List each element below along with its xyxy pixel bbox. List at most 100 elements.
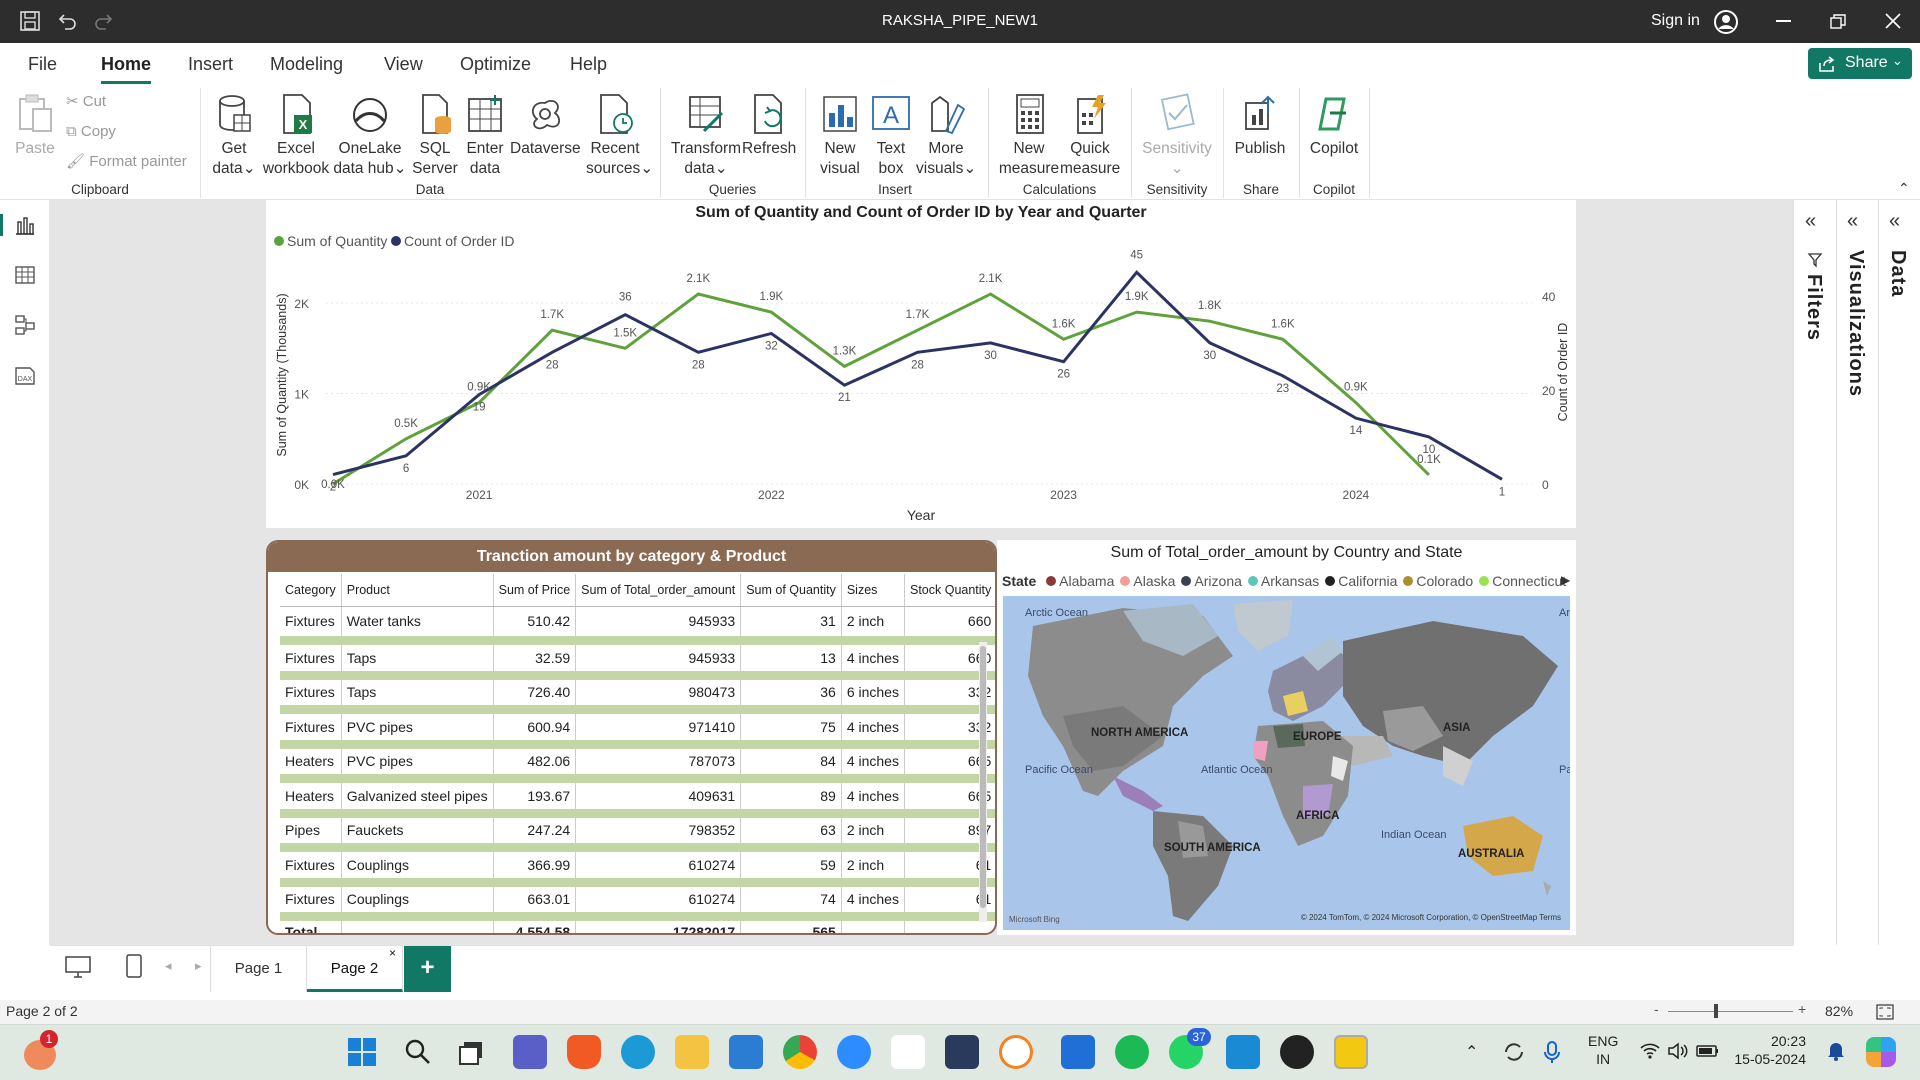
spotify-icon[interactable] xyxy=(1115,1035,1149,1069)
line-chart-visual[interactable]: Sum of Quantity and Count of Order ID by… xyxy=(266,200,1576,528)
visualizations-pane-label[interactable]: Visualizations xyxy=(1844,250,1867,397)
fit-to-page-icon[interactable] xyxy=(1876,1003,1894,1021)
next-page-icon[interactable]: ▸ xyxy=(195,958,202,974)
restore-icon[interactable] xyxy=(1830,14,1846,35)
redo-icon[interactable] xyxy=(92,10,116,34)
report-view-icon[interactable] xyxy=(14,214,36,236)
mobile-layout-icon[interactable] xyxy=(126,954,142,978)
map-legend-item[interactable]: Colorado xyxy=(1403,573,1473,589)
copilot-button[interactable]: Copilot xyxy=(1304,93,1364,159)
notification-bell-icon[interactable] xyxy=(1826,1040,1846,1062)
wifi-icon[interactable] xyxy=(1640,1042,1660,1060)
add-page-button[interactable]: + xyxy=(404,946,451,992)
model-view-icon[interactable] xyxy=(14,314,36,336)
jupyter-icon[interactable] xyxy=(999,1035,1033,1069)
sensitivity-button[interactable]: Sensitivity ⌄ xyxy=(1140,93,1214,179)
save-icon[interactable] xyxy=(18,10,42,34)
table-row[interactable]: Heaters Galvanized steel pipes 193.67 40963… xyxy=(280,778,995,818)
column-header[interactable]: Product xyxy=(341,574,494,607)
legend-next-icon[interactable]: ▶ xyxy=(1561,573,1570,587)
map-legend-item[interactable]: Connecticut xyxy=(1479,573,1566,589)
menu-modeling[interactable]: Modeling xyxy=(270,54,343,75)
show-hidden-icons[interactable]: ⌃ xyxy=(1465,1042,1478,1062)
search-icon[interactable] xyxy=(404,1038,432,1066)
file-explorer-icon[interactable] xyxy=(675,1035,709,1069)
map-legend-item[interactable]: Alabama xyxy=(1046,573,1114,589)
menu-view[interactable]: View xyxy=(384,54,423,75)
transform-data-button[interactable]: Transform data⌄ xyxy=(670,93,742,179)
microphone-icon[interactable] xyxy=(1542,1040,1562,1064)
copilot-taskbar-icon[interactable] xyxy=(1866,1037,1896,1067)
menu-insert[interactable]: Insert xyxy=(188,54,233,75)
menu-file[interactable]: File xyxy=(28,54,57,75)
new-visual-button[interactable]: New visual xyxy=(814,93,866,179)
vscode-icon[interactable] xyxy=(1226,1035,1260,1069)
map-legend-item[interactable]: Alaska xyxy=(1120,573,1175,589)
column-header[interactable]: Sum of Total_order_amount xyxy=(575,574,742,607)
data-pane-label[interactable]: Data xyxy=(1886,250,1909,297)
table-row[interactable]: HeatersPVC pipes482.06787073844 inches66… xyxy=(280,744,995,783)
onelake-button[interactable]: OneLake data hub⌄ xyxy=(332,93,408,179)
zoom-in-icon[interactable]: + xyxy=(1798,1001,1806,1017)
powerbi-icon[interactable] xyxy=(1334,1035,1368,1069)
map-visual[interactable]: Sum of Total_order_amount by Country and… xyxy=(997,540,1576,935)
table-row[interactable]: FixturesTaps32.59945933134 inches660 xyxy=(280,640,995,680)
teams-icon[interactable] xyxy=(513,1035,547,1069)
table-row[interactable]: FixturesCouplings366.99610274592 inch61 xyxy=(280,847,995,887)
media-player-icon[interactable] xyxy=(1280,1035,1314,1069)
clock[interactable]: 20:23 15-05-2024 xyxy=(1728,1032,1806,1068)
chrome-icon[interactable] xyxy=(783,1035,817,1069)
copy-button[interactable]: ⧉ Copy xyxy=(66,122,116,140)
map-legend-item[interactable]: California xyxy=(1325,573,1397,589)
refresh-button[interactable]: Refresh xyxy=(742,93,796,159)
table-row[interactable]: PipesFauckets247.24798352632 inch897 xyxy=(280,813,995,852)
format-painter-button[interactable]: 🖌 Format painter xyxy=(66,152,187,170)
menu-optimize[interactable]: Optimize xyxy=(460,54,531,75)
task-view-icon[interactable] xyxy=(458,1040,484,1066)
table-scrollbar[interactable] xyxy=(979,642,987,922)
windows-start-icon[interactable] xyxy=(347,1037,377,1067)
close-tab-icon[interactable]: × xyxy=(389,930,396,976)
expand-filters-icon[interactable]: « xyxy=(1805,210,1816,233)
table-row[interactable]: FixturesTaps726.40980473366 inches332 xyxy=(280,675,995,714)
undo-icon[interactable] xyxy=(55,10,79,34)
more-visuals-button[interactable]: More visuals⌄ xyxy=(916,93,976,179)
menu-home[interactable]: Home xyxy=(101,54,152,84)
sync-icon[interactable] xyxy=(1502,1040,1526,1064)
new-measure-button[interactable]: New measure xyxy=(998,93,1060,179)
column-header[interactable]: Sum of Quantity xyxy=(740,574,842,607)
dataverse-button[interactable]: Dataverse xyxy=(510,93,581,159)
edge-icon[interactable] xyxy=(621,1035,655,1069)
publish-button[interactable]: Publish xyxy=(1230,93,1290,159)
mail-icon[interactable] xyxy=(729,1035,763,1069)
quick-measure-button[interactable]: Quick measure xyxy=(1060,93,1120,179)
sql-studio-icon[interactable] xyxy=(1061,1035,1095,1069)
close-icon[interactable] xyxy=(1884,12,1902,35)
filters-pane-label[interactable]: Filters xyxy=(1802,274,1825,341)
vpn-icon[interactable] xyxy=(945,1035,979,1069)
share-button[interactable]: Share ⌄ xyxy=(1808,48,1912,79)
table-row[interactable]: FixturesCouplings663.01610274744 inches6… xyxy=(280,882,995,921)
get-data-button[interactable]: Get data⌄ xyxy=(208,93,260,179)
map-legend-item[interactable]: Arkansas xyxy=(1247,573,1319,589)
dax-query-icon[interactable]: DAX xyxy=(12,362,38,388)
collapse-ribbon-icon[interactable]: ⌃ xyxy=(1898,180,1910,197)
account-icon[interactable] xyxy=(1713,9,1739,40)
zoom-out-icon[interactable]: - xyxy=(1654,1001,1659,1017)
excel-workbook-button[interactable]: X Excel workbook xyxy=(262,93,330,179)
page-tab-1[interactable]: Page 1 xyxy=(211,946,307,992)
expand-visualizations-icon[interactable]: « xyxy=(1847,210,1858,233)
column-header[interactable]: Sizes xyxy=(841,574,905,607)
battery-icon[interactable] xyxy=(1696,1042,1720,1060)
enter-data-button[interactable]: Enter data xyxy=(462,93,508,179)
scrollbar-thumb[interactable] xyxy=(980,646,986,908)
column-header[interactable]: Sum of Price xyxy=(493,574,577,607)
table-view-icon[interactable] xyxy=(14,264,36,286)
expand-data-icon[interactable]: « xyxy=(1889,210,1900,233)
slack-icon[interactable] xyxy=(891,1035,925,1069)
volume-icon[interactable] xyxy=(1667,1042,1689,1060)
minimize-icon[interactable] xyxy=(1776,20,1791,22)
zoom-slider[interactable] xyxy=(1668,1011,1793,1012)
table-visual[interactable]: Tranction amount by category & Product C… xyxy=(266,540,997,935)
sql-server-button[interactable]: SQL Server xyxy=(410,93,460,179)
